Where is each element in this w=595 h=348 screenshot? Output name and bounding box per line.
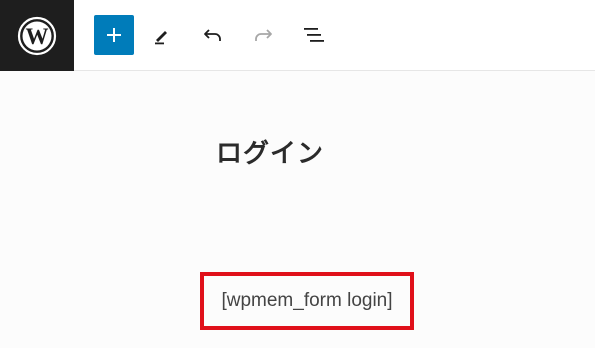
svg-text:W: W [26, 24, 49, 49]
redo-icon [255, 29, 272, 41]
edit-tool-button[interactable] [142, 15, 182, 55]
redo-button[interactable] [243, 15, 283, 55]
editor-canvas[interactable]: ログイン [wpmem_form login] [0, 71, 595, 348]
undo-button[interactable] [193, 15, 233, 55]
document-overview-button[interactable] [294, 15, 334, 55]
pencil-icon [155, 31, 167, 45]
block-editor: W ログイン [wpmem_form login] [0, 0, 595, 348]
wordpress-logo-button[interactable]: W [0, 0, 74, 71]
undo-icon [204, 29, 221, 41]
shortcode-highlight-box: [wpmem_form login] [200, 272, 414, 330]
editor-toolbar: W [0, 0, 595, 71]
plus-icon [107, 28, 121, 42]
add-block-button[interactable] [94, 15, 134, 55]
list-view-icon [304, 28, 324, 42]
shortcode-block[interactable]: [wpmem_form login] [204, 276, 410, 326]
page-title[interactable]: ログイン [0, 133, 540, 170]
wordpress-logo-icon: W [17, 16, 57, 55]
